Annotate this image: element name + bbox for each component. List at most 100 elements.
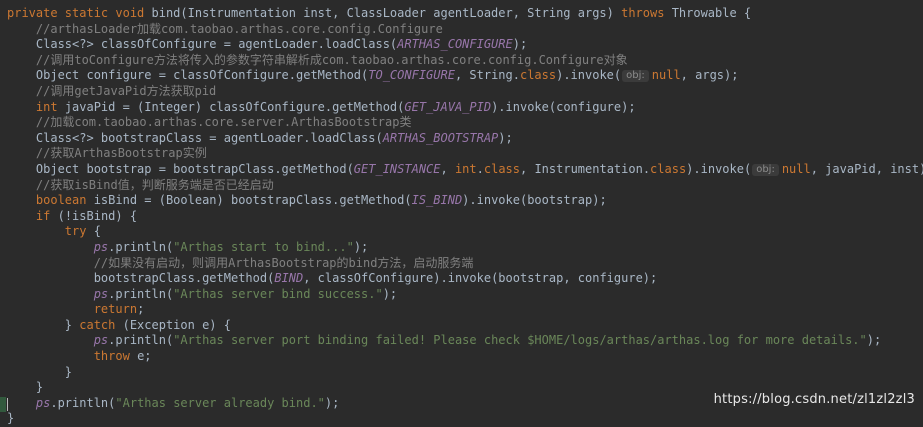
code-token: ).invoke( xyxy=(686,161,752,176)
code-line[interactable]: //如果没有启动，则调用ArthasBootstrap的bind方法，启动服务端 xyxy=(7,256,923,272)
keyword-token: class xyxy=(519,68,557,83)
keyword-token: null xyxy=(781,161,811,176)
code-line[interactable]: ps.println("Arthas server bind success."… xyxy=(7,287,923,303)
code-token: } xyxy=(64,317,80,332)
string-literal: "Arthas server bind success." xyxy=(173,286,383,301)
code-token: .println( xyxy=(108,286,174,301)
code-token: Throwable { xyxy=(671,6,752,20)
constant-token: TO_CONFIGURE xyxy=(368,68,455,83)
constant-token: ARTHAS_BOOTSTRAP xyxy=(382,130,499,145)
code-line[interactable]: //获取ArthasBootstrap实例 xyxy=(7,146,923,162)
keyword-token: null xyxy=(651,68,681,83)
code-token: , xyxy=(440,161,455,176)
code-token: ); xyxy=(512,37,528,52)
code-line[interactable]: //加载com.taobao.arthas.core.server.Arthas… xyxy=(7,115,923,131)
code-line[interactable]: //调用getJavaPid方法获取pid xyxy=(7,84,923,100)
code-line[interactable]: return; xyxy=(7,302,923,318)
code-editor[interactable]: private static void bind(Instrumentation… xyxy=(0,0,923,425)
keyword-token: throws xyxy=(621,6,672,20)
code-line[interactable]: ps.println("Arthas start to bind..."); xyxy=(7,240,923,256)
code-line[interactable]: //获取isBind值，判断服务端是否已经启动 xyxy=(7,178,923,194)
comment-text: //获取ArthasBootstrap实例 xyxy=(35,146,207,161)
code-line[interactable]: Object bootstrap = bootstrapClass.getMet… xyxy=(7,162,923,178)
code-token: .println( xyxy=(50,395,116,410)
code-line[interactable]: ps.println("Arthas server port binding f… xyxy=(7,333,923,349)
code-token: (Exception e) { xyxy=(122,317,231,332)
comment-text: //调用toConfigure方法将传入的参数字符串解析成com.taobao.… xyxy=(35,52,628,67)
comment-text: //调用getJavaPid方法获取pid xyxy=(35,83,217,98)
code-token: javaPid = (Integer) classOfConfigure.get… xyxy=(64,99,405,114)
code-token: ); xyxy=(866,333,882,348)
code-token: isBind = (Boolean) bootstrapClass.getMet… xyxy=(93,193,412,208)
keyword-token: throw xyxy=(93,349,138,364)
code-line[interactable]: //arthasLoader加载com.taobao.arthas.core.c… xyxy=(7,22,923,38)
variable-token: ps xyxy=(93,239,109,254)
code-line[interactable]: } xyxy=(7,411,923,427)
code-line[interactable]: throw e; xyxy=(7,349,923,365)
code-line[interactable]: bootstrapClass.getMethod(BIND, classOfCo… xyxy=(7,271,923,287)
comment-text: //加载com.taobao.arthas.core.server.Arthas… xyxy=(35,115,412,130)
code-token: ); xyxy=(382,286,398,301)
keyword-token: private static void xyxy=(7,6,152,20)
keyword-token: int xyxy=(35,99,65,114)
code-line[interactable]: if (!isBind) { xyxy=(7,209,923,225)
code-line[interactable]: Class<?> bootstrapClass = agentLoader.lo… xyxy=(7,131,923,147)
keyword-token: boolean xyxy=(35,193,94,208)
code-line[interactable]: Class<?> classOfConfigure = agentLoader.… xyxy=(7,37,923,53)
constant-token: GET_JAVA_PID xyxy=(404,99,492,114)
string-literal: "Arthas server already bind." xyxy=(115,395,325,410)
code-token: ).invoke(configure); xyxy=(491,99,636,114)
code-token: bootstrapClass.getMethod( xyxy=(93,271,275,286)
comment-text: //获取isBind值，判断服务端是否已经启动 xyxy=(35,177,274,192)
constant-token: GET_INSTANCE xyxy=(353,161,441,176)
string-literal: "Arthas start to bind..." xyxy=(173,239,354,254)
code-line[interactable]: boolean isBind = (Boolean) bootstrapClas… xyxy=(7,193,923,209)
code-token: Class<?> classOfConfigure = agentLoader.… xyxy=(35,37,398,52)
code-line[interactable]: //调用toConfigure方法将传入的参数字符串解析成com.taobao.… xyxy=(7,53,923,69)
code-token: , classOfConfigure).invoke(bootstrap, co… xyxy=(303,271,658,286)
code-token: ).invoke(bootstrap); xyxy=(462,193,607,208)
code-line[interactable]: } xyxy=(7,365,923,381)
code-token: ); xyxy=(353,239,369,254)
variable-token: ps xyxy=(93,286,109,301)
code-token: . xyxy=(476,161,484,176)
keyword-token: class xyxy=(650,161,687,176)
comment-text: //arthasLoader加载com.taobao.arthas.core.c… xyxy=(35,21,443,36)
code-token: } xyxy=(35,380,44,395)
code-token: , javaPid, inst); xyxy=(810,161,923,176)
keyword-token: catch xyxy=(79,317,123,332)
gutter-change-marker xyxy=(0,397,6,412)
code-line[interactable]: try { xyxy=(7,224,923,240)
constant-token: IS_BIND xyxy=(411,193,463,208)
code-area[interactable]: private static void bind(Instrumentation… xyxy=(7,6,923,427)
parameter-hint: obj: xyxy=(622,70,649,83)
code-token: Class<?> bootstrapClass = agentLoader.lo… xyxy=(35,130,383,145)
string-literal: "Arthas server port binding failed! Plea… xyxy=(173,333,867,348)
keyword-token: return xyxy=(93,302,138,317)
code-token: Object configure = classOfConfigure.getM… xyxy=(35,68,369,83)
code-line[interactable]: } catch (Exception e) { xyxy=(7,318,923,334)
code-line[interactable]: int javaPid = (Integer) classOfConfigure… xyxy=(7,100,923,116)
code-token: , Instrumentation. xyxy=(520,161,651,176)
code-token: , String. xyxy=(454,68,520,83)
code-line[interactable]: private static void bind(Instrumentation… xyxy=(7,6,923,22)
variable-token: ps xyxy=(93,333,109,348)
variable-token: ps xyxy=(35,395,51,410)
keyword-token: if xyxy=(35,208,58,223)
code-token: (!isBind) { xyxy=(57,208,138,223)
code-line[interactable]: Object configure = classOfConfigure.getM… xyxy=(7,68,923,84)
